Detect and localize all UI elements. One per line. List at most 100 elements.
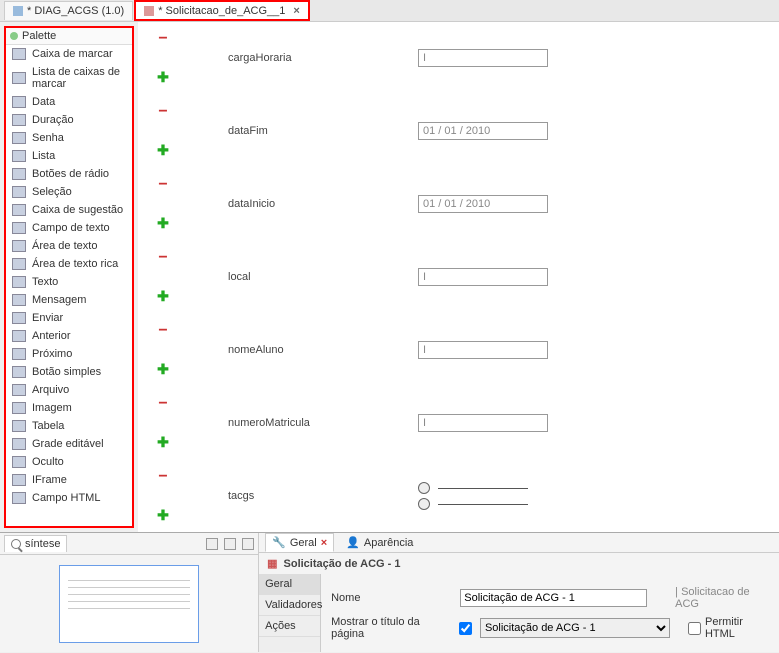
- close-icon[interactable]: ×: [293, 5, 299, 17]
- palette-item[interactable]: Oculto: [6, 453, 132, 471]
- form-field-row[interactable]: − ✚ numeroMatricula: [138, 387, 779, 460]
- palette-item[interactable]: Botão simples: [6, 363, 132, 381]
- side-tab-geral[interactable]: Geral: [259, 574, 320, 595]
- widget-icon: [12, 402, 26, 414]
- palette-item[interactable]: Botões de rádio: [6, 165, 132, 183]
- field-input[interactable]: [418, 122, 548, 140]
- side-tab-acoes[interactable]: Ações: [259, 616, 320, 637]
- palette-item-label: Área de texto rica: [32, 258, 118, 270]
- widget-icon: [12, 312, 26, 324]
- minimap[interactable]: [0, 555, 258, 652]
- palette-header[interactable]: Palette: [6, 28, 132, 45]
- widget-icon: [12, 456, 26, 468]
- tool-icon-1[interactable]: [206, 538, 218, 550]
- tab-geral[interactable]: 🔧 Geral ×: [265, 533, 334, 552]
- palette-item[interactable]: Mensagem: [6, 291, 132, 309]
- palette-item[interactable]: Texto: [6, 273, 132, 291]
- palette-item[interactable]: Seleção: [6, 183, 132, 201]
- form-icon: ▦: [267, 557, 277, 570]
- mostrar-select[interactable]: Solicitação de ACG - 1: [480, 618, 670, 638]
- tab-label: Aparência: [364, 537, 414, 549]
- palette-item[interactable]: Anterior: [6, 327, 132, 345]
- form-field-row[interactable]: − ✚ dataFim: [138, 95, 779, 168]
- palette-item-label: Lista de caixas de marcar: [32, 66, 126, 90]
- palette-item[interactable]: Caixa de marcar: [6, 45, 132, 63]
- side-tab-validadores[interactable]: Validadores: [259, 595, 320, 616]
- add-icon[interactable]: ✚: [157, 361, 169, 378]
- add-icon[interactable]: ✚: [157, 69, 169, 86]
- palette-item-label: Caixa de marcar: [32, 48, 113, 60]
- widget-icon: [12, 48, 26, 60]
- field-input[interactable]: [418, 49, 548, 67]
- add-icon[interactable]: ✚: [157, 507, 169, 524]
- palette-item[interactable]: Grade editável: [6, 435, 132, 453]
- field-input[interactable]: [418, 341, 548, 359]
- palette-item-label: IFrame: [32, 474, 67, 486]
- radio-option[interactable]: [418, 482, 779, 494]
- form-field-row[interactable]: −✚dataInicio: [138, 168, 779, 241]
- palette-item[interactable]: Campo de texto: [6, 219, 132, 237]
- remove-icon[interactable]: −: [158, 249, 167, 267]
- tool-icon-3[interactable]: [242, 538, 254, 550]
- remove-icon[interactable]: −: [158, 176, 167, 194]
- add-icon[interactable]: ✚: [157, 215, 169, 232]
- remove-icon[interactable]: −: [158, 30, 167, 48]
- field-input[interactable]: [418, 414, 548, 432]
- palette-item[interactable]: Arquivo: [6, 381, 132, 399]
- remove-icon[interactable]: −: [158, 322, 167, 340]
- add-icon[interactable]: ✚: [157, 288, 169, 305]
- search-icon: [11, 539, 21, 549]
- palette-item-label: Texto: [32, 276, 58, 288]
- palette-item-label: Botões de rádio: [32, 168, 109, 180]
- form-field-row[interactable]: −✚local: [138, 241, 779, 314]
- form-field-row[interactable]: − ✚ cargaHoraria: [138, 22, 779, 95]
- palette-item-label: Mensagem: [32, 294, 86, 306]
- palette-item[interactable]: IFrame: [6, 471, 132, 489]
- palette-item[interactable]: Caixa de sugestão: [6, 201, 132, 219]
- field-label: tacgs: [188, 490, 418, 502]
- remove-icon[interactable]: −: [158, 395, 167, 413]
- palette-item[interactable]: Tabela: [6, 417, 132, 435]
- field-input[interactable]: [418, 195, 548, 213]
- palette-item[interactable]: Próximo: [6, 345, 132, 363]
- add-icon[interactable]: ✚: [157, 142, 169, 159]
- properties-title-text: Solicitação de ACG - 1: [284, 558, 401, 570]
- overview-tab[interactable]: síntese: [4, 535, 67, 552]
- add-icon[interactable]: ✚: [157, 434, 169, 451]
- remove-icon[interactable]: −: [158, 468, 167, 486]
- nome-input[interactable]: [460, 589, 647, 607]
- editor-tab-diag[interactable]: * DIAG_ACGS (1.0): [4, 1, 133, 20]
- form-field-row[interactable]: −✚nomeAluno: [138, 314, 779, 387]
- widget-icon: [12, 294, 26, 306]
- palette-item[interactable]: Imagem: [6, 399, 132, 417]
- tab-aparencia[interactable]: 👤 Aparência: [340, 534, 419, 551]
- palette-item[interactable]: Duração: [6, 111, 132, 129]
- palette-item-label: Data: [32, 96, 55, 108]
- tool-icon-2[interactable]: [224, 538, 236, 550]
- close-icon[interactable]: ×: [321, 537, 327, 549]
- field-input[interactable]: [418, 268, 548, 286]
- field-label: numeroMatricula: [188, 417, 418, 429]
- palette-item[interactable]: Data: [6, 93, 132, 111]
- editor-tab-bar: * DIAG_ACGS (1.0) * Solicitacao_de_ACG__…: [0, 0, 779, 22]
- widget-icon: [12, 438, 26, 450]
- palette-item[interactable]: Enviar: [6, 309, 132, 327]
- permitir-label: Permitir HTML: [705, 616, 769, 640]
- radio-option[interactable]: [418, 498, 779, 510]
- mostrar-checkbox[interactable]: [459, 622, 472, 635]
- field-label: cargaHoraria: [188, 52, 418, 64]
- permitir-checkbox[interactable]: [688, 622, 701, 635]
- palette-item[interactable]: Senha: [6, 129, 132, 147]
- form-field-row[interactable]: − ✚ tacgs: [138, 460, 779, 532]
- palette-item[interactable]: Área de texto: [6, 237, 132, 255]
- widget-icon: [12, 96, 26, 108]
- editor-tab-form[interactable]: * Solicitacao_de_ACG__1 ×: [135, 1, 309, 20]
- palette-item[interactable]: Lista de caixas de marcar: [6, 63, 132, 93]
- palette-item[interactable]: Área de texto rica: [6, 255, 132, 273]
- palette-item[interactable]: Campo HTML: [6, 489, 132, 507]
- form-canvas[interactable]: −✚cargaHoraria−✚dataFim−✚dataInicio−✚loc…: [138, 22, 779, 532]
- overview-tab-label: síntese: [25, 538, 60, 550]
- palette-item[interactable]: Lista: [6, 147, 132, 165]
- field-label: dataFim: [188, 125, 418, 137]
- remove-icon[interactable]: −: [158, 103, 167, 121]
